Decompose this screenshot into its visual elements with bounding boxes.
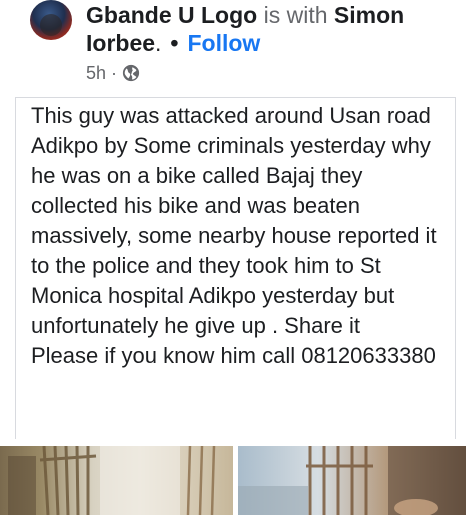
post-header-line2: Iorbee. • Follow xyxy=(86,29,260,57)
author-avatar[interactable] xyxy=(30,0,72,40)
post-photo-2[interactable] xyxy=(238,446,466,515)
facebook-post: Gbande U Logo is with Simon Iorbee. • Foll… xyxy=(0,0,466,515)
tagged-user-first[interactable]: Simon xyxy=(334,2,404,28)
post-time[interactable]: 5h xyxy=(86,62,106,84)
follow-button[interactable]: Follow xyxy=(187,30,260,56)
follow-separator: • xyxy=(170,30,179,56)
tagged-user-last[interactable]: Iorbee xyxy=(86,30,155,56)
photo-2-image xyxy=(238,446,466,515)
post-photos xyxy=(0,446,466,515)
with-text: is with xyxy=(263,2,328,28)
photo-1-image xyxy=(8,446,216,515)
post-body-text: This guy was attacked around Usan road A… xyxy=(31,103,437,368)
post-meta: 5h · xyxy=(86,62,140,84)
globe-icon[interactable] xyxy=(122,64,140,82)
meta-separator: · xyxy=(111,63,118,83)
post-photo-1[interactable] xyxy=(0,446,233,515)
author-name[interactable]: Gbande U Logo xyxy=(86,2,257,28)
post-header-line1: Gbande U Logo is with Simon xyxy=(86,1,404,29)
